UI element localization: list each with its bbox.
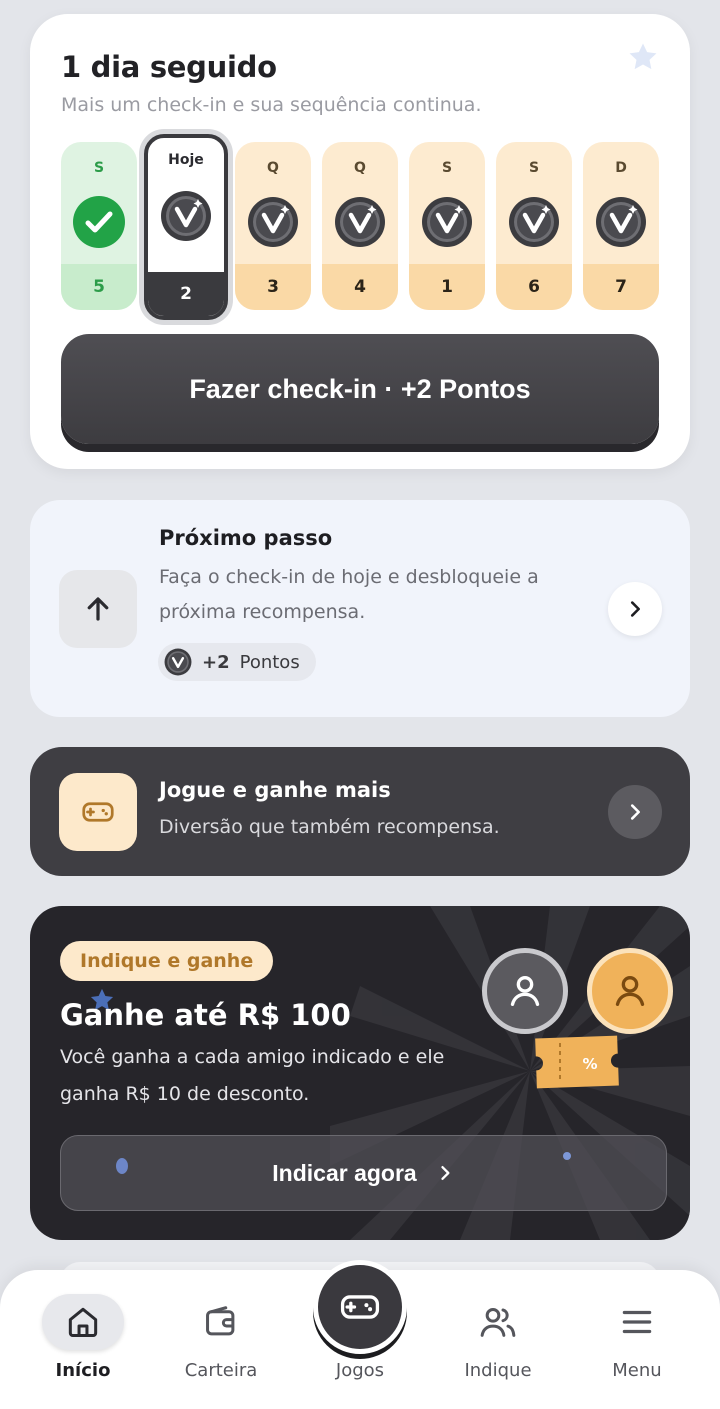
nav-item-home[interactable]: Início: [23, 1270, 143, 1400]
day-value: 4: [322, 264, 398, 310]
coin-icon: [248, 197, 298, 247]
day-card: S 1: [409, 142, 485, 310]
check-icon: [73, 196, 125, 248]
bottom-navigation: Início Carteira Jogos Indique Menu: [0, 1260, 720, 1409]
day-letter: Q: [267, 160, 279, 176]
day-letter: Hoje: [168, 152, 204, 168]
nav-label: Jogos: [335, 1360, 385, 1381]
next-step-open-button[interactable]: [608, 582, 662, 636]
day-letter: S: [93, 160, 105, 176]
friend-avatar: [587, 948, 673, 1034]
users-icon-wrap: [457, 1294, 539, 1350]
friend-avatar: [482, 948, 568, 1034]
points-badge: +2 Pontos: [158, 643, 316, 681]
day-card: Q 3: [235, 142, 311, 310]
arrow-up-icon: [87, 597, 109, 621]
streak-title: 1 dia seguido: [61, 50, 277, 84]
points-label: Pontos: [239, 651, 300, 673]
day-value: 6: [496, 264, 572, 310]
menu-icon-wrap: [596, 1294, 678, 1350]
refer-now-label: Indicar agora: [272, 1159, 417, 1186]
menu-icon: [622, 1310, 652, 1334]
day-value: 3: [235, 264, 311, 310]
next-step-title: Próximo passo: [159, 526, 333, 550]
ticket-label: %: [582, 1055, 597, 1073]
day-card: Q 4: [322, 142, 398, 310]
coin-icon: [422, 197, 472, 247]
coin-icon: [509, 197, 559, 247]
user-icon: [615, 976, 645, 1006]
day-letter: S: [441, 160, 453, 176]
nav-label: Indique: [464, 1360, 532, 1381]
home-icon: [68, 1307, 98, 1337]
week-days-row: S 5 Hoje 2 Q 3 Q 4 S 1 S 6 D 7: [61, 134, 661, 320]
day-value: 7: [583, 264, 659, 310]
star-icon: [629, 43, 657, 70]
day-value: 2: [148, 272, 224, 316]
user-icon: [510, 976, 540, 1006]
day-letter: S: [528, 160, 540, 176]
day-card: S 6: [496, 142, 572, 310]
refer-now-button[interactable]: Indicar agora: [60, 1135, 667, 1211]
referral-description: Você ganha a cada amigo indicado e ele g…: [60, 1046, 445, 1105]
nav-label: Início: [55, 1360, 111, 1381]
gamepad-icon-box: [59, 773, 137, 851]
day-value: 5: [61, 264, 137, 310]
coin-icon: [335, 197, 385, 247]
play-open-button[interactable]: [608, 785, 662, 839]
home-icon-wrap: [42, 1294, 124, 1350]
users-icon: [480, 1308, 516, 1337]
chevron-right-icon: [630, 601, 640, 617]
chevron-right-icon: [441, 1166, 450, 1180]
coin-icon: [596, 197, 646, 247]
play-title: Jogue e ganhe mais: [159, 778, 391, 802]
discount-ticket-icon: %: [535, 1035, 619, 1089]
nav-label: Carteira: [184, 1360, 258, 1381]
chevron-right-icon: [630, 804, 640, 820]
day-letter: D: [615, 160, 627, 176]
wallet-icon-wrap: [180, 1294, 262, 1350]
next-step-description: Faça o check-in de hoje e desbloqueie a …: [159, 566, 539, 623]
day-value: 1: [409, 264, 485, 310]
day-card-done: S 5: [61, 142, 137, 310]
play-games-card[interactable]: Jogue e ganhe mais Diversão que também r…: [30, 747, 690, 876]
nav-item-wallet[interactable]: Carteira: [161, 1270, 281, 1400]
play-description: Diversão que também recompensa.: [159, 816, 500, 838]
arrow-up-icon-box: [59, 570, 137, 648]
coin-icon: [161, 191, 211, 241]
nav-item-refer[interactable]: Indique: [438, 1270, 558, 1400]
gamepad-icon: [340, 1295, 380, 1319]
games-center-button[interactable]: [313, 1260, 407, 1354]
checkin-card: 1 dia seguido Mais um check-in e sua seq…: [30, 14, 690, 469]
nav-item-menu[interactable]: Menu: [577, 1270, 697, 1400]
day-letter: Q: [354, 160, 366, 176]
coin-icon: [164, 648, 192, 676]
referral-tag: Indique e ganhe: [60, 941, 274, 981]
sparkle-dot: [116, 1158, 128, 1174]
streak-subtitle: Mais um check-in e sua sequência continu…: [61, 94, 482, 116]
day-card: D 7: [583, 142, 659, 310]
nav-label: Menu: [612, 1360, 662, 1381]
referral-title: Ganhe até R$ 100: [60, 998, 351, 1032]
gamepad-icon: [82, 802, 114, 822]
next-step-card[interactable]: Próximo passo Faça o check-in de hoje e …: [30, 500, 690, 717]
wallet-icon: [206, 1306, 235, 1336]
day-card-today: Hoje 2: [144, 134, 228, 320]
points-value: +2: [202, 651, 230, 673]
referral-card: Indique e ganhe Ganhe até R$ 100 Você ga…: [30, 906, 690, 1240]
sparkle-dot: [563, 1152, 571, 1160]
checkin-button[interactable]: Fazer check-in · +2 Pontos: [61, 334, 659, 444]
